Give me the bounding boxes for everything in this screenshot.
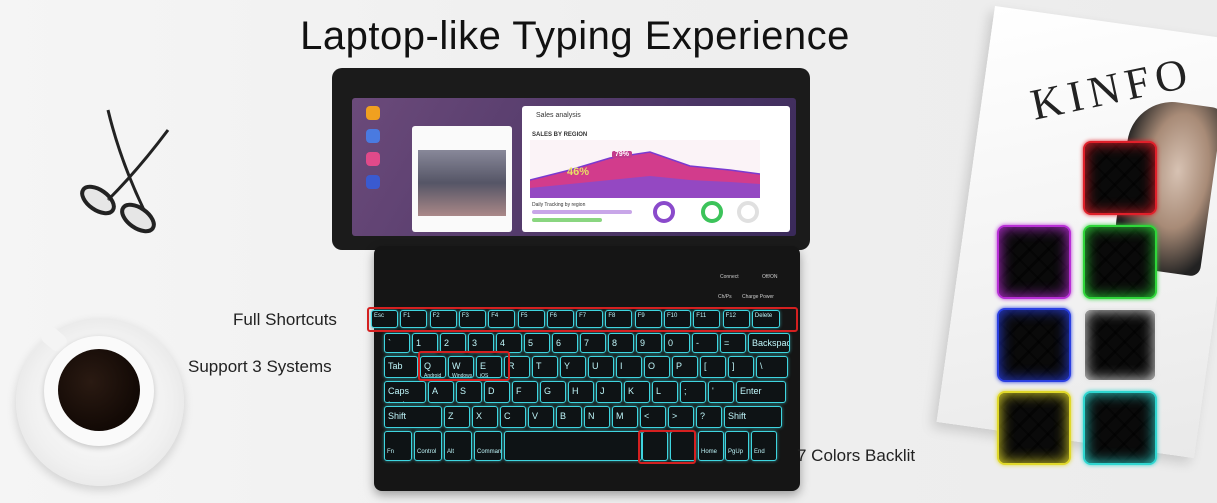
keyboard-key[interactable]: H [568, 381, 594, 403]
keyboard-key[interactable]: [ [700, 356, 726, 378]
backlight-swatch-yellow [997, 391, 1071, 465]
keyboard-key[interactable]: Backspace [748, 333, 790, 353]
keyboard-key[interactable]: S [456, 381, 482, 403]
app-icon [366, 152, 380, 166]
gallery-pane [412, 126, 512, 232]
support-systems-label: Support 3 Systems [188, 357, 332, 376]
full-shortcuts-label: Full Shortcuts [233, 310, 337, 329]
backlight-swatch-cyan [1083, 391, 1157, 465]
tablet-screen: Sales analysis SALES BY REGION 79% 46% D… [352, 98, 796, 236]
keyboard-key[interactable]: M [612, 406, 638, 428]
keyboard-key[interactable]: Home [698, 431, 724, 461]
keyboard-key[interactable]: Z [444, 406, 470, 428]
keyboard-key[interactable]: X [472, 406, 498, 428]
keyboard-key[interactable]: T [532, 356, 558, 378]
system-keys-highlight [418, 351, 510, 381]
value-overlay: 46% [567, 166, 590, 178]
product-scene: KINFO Laptop-like Typing Experience Sale… [0, 0, 1217, 503]
keyboard-key[interactable]: 9 [636, 333, 662, 353]
backlight-swatch-white [1083, 308, 1157, 382]
keyboard-key[interactable]: Enter [736, 381, 786, 403]
keyboard-key[interactable]: D [484, 381, 510, 403]
sales-app-window: Sales analysis SALES BY REGION 79% 46% D… [522, 106, 790, 232]
mode-label: Ch/Ps [718, 294, 732, 300]
keyboard-key[interactable]: Fn [384, 431, 412, 461]
keyboard-key[interactable]: Caps Lock [384, 381, 426, 403]
keyboard-key[interactable]: N [584, 406, 610, 428]
keyboard-key[interactable]: 8 [608, 333, 634, 353]
app-icon [366, 175, 380, 189]
value-badge: 79% [612, 151, 633, 158]
keyboard-key[interactable]: 1 [412, 333, 438, 353]
app-icon [366, 129, 380, 143]
keyboard-key[interactable]: 4 [496, 333, 522, 353]
keyboard-key[interactable]: - [692, 333, 718, 353]
keyboard-key[interactable]: I [616, 356, 642, 378]
glasses-icon [80, 109, 170, 234]
keyboard-key[interactable]: Command [474, 431, 502, 461]
keyboard-key[interactable]: Control [414, 431, 442, 461]
keyboard-key[interactable]: 7 [580, 333, 606, 353]
chart-title: SALES BY REGION [532, 132, 588, 138]
keyboard-key[interactable]: > [668, 406, 694, 428]
keyboard-key[interactable]: ` [384, 333, 410, 353]
keyboard-key[interactable]: Tab [384, 356, 418, 378]
keyboard-key[interactable]: J [596, 381, 622, 403]
keyboard-key[interactable]: ] [728, 356, 754, 378]
keyboard-key[interactable]: U [588, 356, 614, 378]
keyboard-key[interactable]: Shift [724, 406, 782, 428]
shortcut-row-highlight [367, 307, 798, 332]
keyboard-key[interactable]: < [640, 406, 666, 428]
keyboard-key[interactable]: V [528, 406, 554, 428]
sales-area-chart [530, 140, 760, 198]
keyboard-key[interactable]: 6 [552, 333, 578, 353]
keyboard-key[interactable]: 0 [664, 333, 690, 353]
backlight-swatch-green [1083, 225, 1157, 299]
backlight-swatch-blue [997, 308, 1071, 382]
keyboard-key[interactable]: B [556, 406, 582, 428]
keyboard-key[interactable] [504, 431, 642, 461]
app-icon [366, 106, 380, 120]
keyboard-key[interactable]: A [428, 381, 454, 403]
headline: Laptop-like Typing Experience [300, 14, 850, 58]
tracking-bar [532, 210, 632, 214]
keyboard-key[interactable]: O [644, 356, 670, 378]
keyboard-key[interactable]: Y [560, 356, 586, 378]
colors-backlit-label: 7 Colors Backlit [797, 446, 916, 465]
backlight-swatch-red [1083, 141, 1157, 215]
keyboard-key[interactable]: = [720, 333, 746, 353]
keyboard-key[interactable]: 2 [440, 333, 466, 353]
keyboard-key[interactable]: L [652, 381, 678, 403]
backlight-keys-highlight [638, 430, 696, 464]
keyboard-key[interactable]: C [500, 406, 526, 428]
progress-rings [653, 201, 759, 223]
keyboard-key[interactable]: \ [756, 356, 788, 378]
keyboard-key[interactable]: 3 [468, 333, 494, 353]
keyboard-key[interactable]: Alt [444, 431, 472, 461]
backlight-swatch-purple [997, 225, 1071, 299]
keyboard-key[interactable]: ? [696, 406, 722, 428]
mode-label: Charge Power [742, 294, 774, 300]
keyboard-key[interactable]: 5 [524, 333, 550, 353]
keyboard-key[interactable]: Shift [384, 406, 442, 428]
keyboard-key[interactable]: ' [708, 381, 734, 403]
keyboard-key[interactable]: End [751, 431, 777, 461]
keyboard-key[interactable]: ; [680, 381, 706, 403]
keyboard-key[interactable]: K [624, 381, 650, 403]
keyboard-key[interactable]: PgUp [725, 431, 749, 461]
magazine: KINFO [936, 6, 1217, 459]
keyboard-key[interactable]: G [540, 381, 566, 403]
tracking-bar [532, 218, 602, 222]
keyboard-key[interactable]: F [512, 381, 538, 403]
gallery-image [418, 150, 506, 216]
app-dock [366, 106, 384, 198]
tracking-label: Daily Tracking by region [532, 202, 586, 208]
app-title: Sales analysis [536, 112, 581, 119]
switch-label: Connect [720, 274, 739, 280]
keyboard-key[interactable]: P [672, 356, 698, 378]
coffee [58, 349, 140, 431]
switch-label: Off/ON [762, 274, 778, 280]
